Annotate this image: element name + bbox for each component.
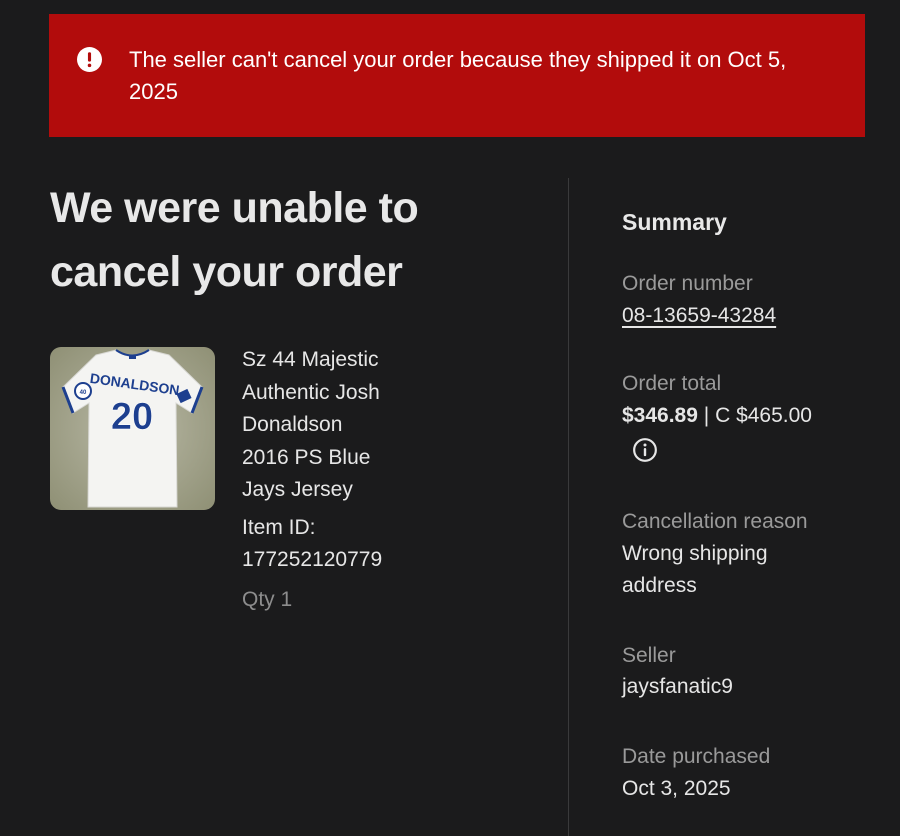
item-quantity: Qty 1: [242, 587, 293, 611]
item-title[interactable]: Sz 44 Majestic Authentic Josh Donaldson …: [242, 344, 392, 507]
error-alert-banner: The seller can't cancel your order becau…: [49, 14, 865, 137]
cancel-order-page: The seller can't cancel your order becau…: [0, 0, 900, 836]
summary-title: Summary: [622, 209, 727, 235]
jersey-number-text: 20: [111, 396, 153, 438]
item-id: Item ID: 177252120779: [242, 515, 383, 571]
cancellation-reason-value: Wrong shipping address: [622, 542, 768, 597]
svg-text:40: 40: [80, 390, 87, 396]
info-circle-icon[interactable]: [632, 437, 658, 463]
order-number-label: Order number: [622, 272, 753, 295]
date-purchased-label: Date purchased: [622, 745, 771, 768]
column-divider: [568, 178, 569, 836]
order-total-cad: C $465.00: [715, 404, 812, 427]
item-details: Sz 44 Majestic Authentic Josh Donaldson …: [242, 344, 392, 616]
page-title: We were unable to cancel your order: [50, 184, 419, 296]
order-total-label: Order total: [622, 372, 722, 395]
order-total-value: $346.89 | C $465.00: [622, 400, 882, 432]
exclamation-circle-icon: [77, 47, 102, 72]
order-total-separator: |: [703, 404, 710, 427]
date-purchased-value: Oct 3, 2025: [622, 777, 731, 800]
jersey-image: 40 DONALDSON 20: [50, 347, 215, 510]
order-total-usd: $346.89: [622, 404, 698, 427]
seller-label: Seller: [622, 644, 676, 667]
order-number-link[interactable]: 08-13659-43284: [622, 300, 882, 332]
seller-name[interactable]: jaysfanatic9: [622, 671, 882, 703]
cancellation-reason-label: Cancellation reason: [622, 510, 808, 533]
item-thumbnail[interactable]: 40 DONALDSON 20: [50, 347, 215, 510]
alert-message: The seller can't cancel your order becau…: [129, 47, 787, 104]
